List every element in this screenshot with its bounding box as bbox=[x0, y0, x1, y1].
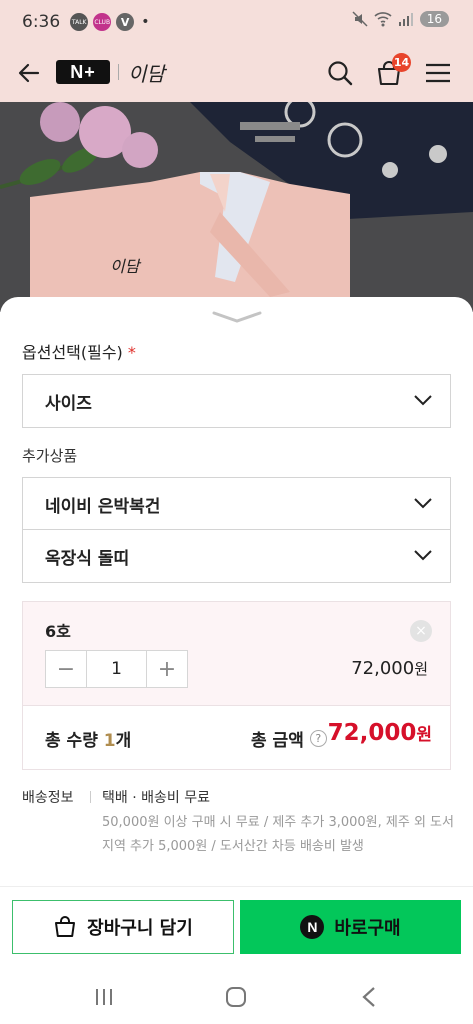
back-icon bbox=[18, 63, 40, 83]
status-bar: 6:36 TALK CLUB V • 16 bbox=[0, 0, 473, 44]
shipping-title: 배송정보 bbox=[22, 790, 74, 806]
total-price-label: 총 금액 bbox=[251, 731, 304, 751]
selected-option-name: 6호 bbox=[45, 622, 71, 641]
add-to-cart-label: 장바구니 담기 bbox=[87, 918, 193, 939]
wifi-icon bbox=[374, 12, 392, 27]
option-required-label: 옵션선택(필수) * bbox=[22, 339, 136, 363]
mute-icon bbox=[352, 11, 368, 27]
search-icon bbox=[328, 61, 353, 86]
totals-row: 총 수량 1개 총 금액 ? 72,000원 bbox=[23, 706, 450, 769]
recent-apps-icon bbox=[96, 989, 112, 1005]
menu-button[interactable] bbox=[421, 56, 455, 90]
total-quantity-label: 총 수량 bbox=[45, 731, 98, 751]
chevron-down-icon bbox=[212, 311, 262, 323]
product-image: 이담 bbox=[0, 102, 473, 312]
addon-select-navy-hat[interactable]: 네이비 은박복건 bbox=[22, 477, 451, 531]
increase-quantity-button[interactable]: + bbox=[147, 651, 187, 687]
home-icon bbox=[226, 987, 246, 1007]
shipping-details: 50,000원 이상 구매 시 무료 / 제주 추가 3,000원, 제주 외 … bbox=[102, 815, 454, 854]
option-price-unit: 원 bbox=[414, 660, 428, 678]
option-price: 72,000원 bbox=[351, 658, 428, 679]
v-app-icon: V bbox=[116, 13, 135, 31]
product-photo-illustration: 이담 bbox=[0, 102, 473, 312]
order-summary: 6호 × − 1 + 72,000원 총 수량 1개 총 금액 ? 72,000… bbox=[22, 601, 451, 770]
buy-now-label: 바로구매 bbox=[334, 918, 401, 939]
size-select-label: 사이즈 bbox=[45, 393, 92, 414]
addon-select-jade-belt[interactable]: 옥장식 돌띠 bbox=[22, 529, 451, 583]
option-label-text: 옵션선택(필수) bbox=[22, 343, 123, 362]
cart-count-badge: 14 bbox=[392, 53, 411, 72]
remove-option-button[interactable]: × bbox=[410, 620, 432, 642]
notification-dot-icon: • bbox=[141, 14, 150, 30]
buy-now-button[interactable]: N 바로구매 bbox=[240, 900, 461, 954]
shopping-bag-icon bbox=[55, 916, 76, 937]
home-button[interactable] bbox=[221, 982, 251, 1012]
add-to-cart-button[interactable]: 장바구니 담기 bbox=[12, 900, 234, 954]
total-quantity-unit: 개 bbox=[115, 731, 132, 751]
total-quantity-value: 1 bbox=[103, 731, 116, 751]
shipping-divider bbox=[90, 791, 91, 803]
addon-label: 추가상품 bbox=[22, 447, 78, 465]
status-time: 6:36 bbox=[22, 12, 61, 32]
store-logo[interactable]: 이담 bbox=[128, 58, 165, 87]
total-price-unit: 원 bbox=[416, 725, 432, 745]
talk-app-icon: TALK bbox=[70, 13, 89, 31]
required-mark: * bbox=[127, 343, 136, 362]
status-right: 16 bbox=[352, 11, 449, 27]
naver-pay-icon: N bbox=[300, 915, 325, 939]
club-app-icon: CLUB bbox=[93, 13, 112, 31]
recent-apps-button[interactable] bbox=[89, 982, 119, 1012]
chevron-left-icon bbox=[362, 987, 375, 1007]
naver-plus-badge[interactable]: N+ bbox=[56, 60, 110, 84]
size-select[interactable]: 사이즈 bbox=[22, 374, 451, 428]
quantity-stepper: − 1 + bbox=[45, 650, 188, 688]
sheet-collapse-handle[interactable] bbox=[212, 309, 262, 328]
system-back-button[interactable] bbox=[354, 982, 384, 1012]
chevron-down-icon bbox=[414, 395, 432, 406]
quantity-value[interactable]: 1 bbox=[86, 651, 147, 687]
battery-icon: 16 bbox=[419, 11, 449, 27]
photo-logo-text: 이담 bbox=[110, 257, 142, 276]
help-icon[interactable]: ? bbox=[309, 730, 327, 747]
addon-select-label: 네이비 은박복건 bbox=[45, 496, 161, 517]
selected-option-row: 6호 × − 1 + 72,000원 bbox=[23, 602, 450, 706]
total-price-value: 72,000 bbox=[327, 720, 417, 746]
total-quantity: 총 수량 1개 bbox=[45, 726, 131, 751]
option-bottom-sheet: 옵션선택(필수) * 사이즈 추가상품 네이비 은박복건 옥장식 돌띠 6호 ×… bbox=[0, 297, 473, 887]
menu-icon bbox=[426, 63, 450, 83]
total-price: 72,000원 bbox=[328, 720, 432, 746]
store-logo-text: 이담 bbox=[128, 62, 165, 86]
addon-select-label: 옥장식 돌띠 bbox=[45, 548, 130, 569]
total-price-label-group: 총 금액 ? bbox=[251, 726, 327, 751]
decrease-quantity-button[interactable]: − bbox=[46, 651, 86, 687]
shipping-main: 택배 · 배송비 무료 bbox=[102, 790, 210, 806]
search-button[interactable] bbox=[323, 56, 357, 90]
system-navigation-bar bbox=[0, 970, 473, 1024]
header-divider bbox=[118, 64, 119, 80]
back-button[interactable] bbox=[12, 56, 46, 90]
signal-icon bbox=[398, 13, 413, 26]
option-price-value: 72,000 bbox=[351, 658, 415, 679]
chevron-down-icon bbox=[414, 498, 432, 509]
chevron-down-icon bbox=[414, 550, 432, 561]
purchase-action-bar: 장바구니 담기 N 바로구매 bbox=[0, 886, 473, 970]
